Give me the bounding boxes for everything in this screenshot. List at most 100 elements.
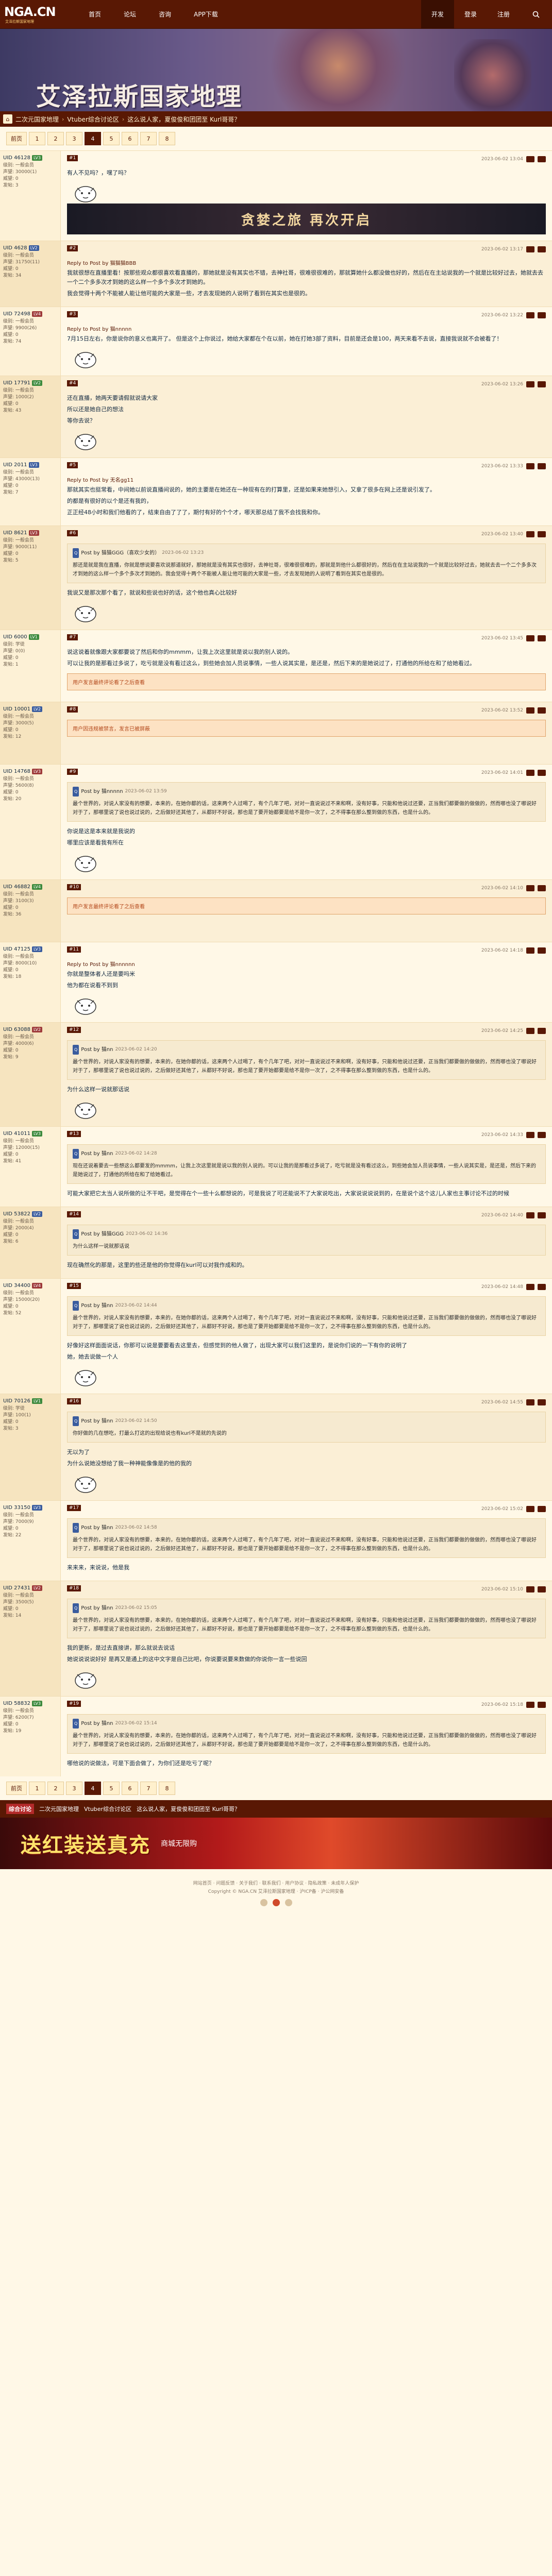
- nav-news[interactable]: 咨询: [147, 0, 182, 29]
- user-id[interactable]: UID 63088: [3, 1027, 30, 1032]
- more-options-button[interactable]: [538, 885, 546, 891]
- user-id[interactable]: UID 6000: [3, 634, 27, 640]
- user-id[interactable]: UID 72498: [3, 311, 30, 317]
- more-options-button[interactable]: [538, 770, 546, 776]
- in-post-ad-banner[interactable]: 贪婪之旅 再次开启: [67, 204, 546, 234]
- user-id[interactable]: UID 46128: [3, 155, 30, 161]
- quote-author[interactable]: Post by 猫nn: [81, 1149, 113, 1158]
- promo-link[interactable]: 这么说人家，夏俊俊和团团至 Kurl哥哥？: [137, 1805, 240, 1813]
- more-options-button[interactable]: [538, 1212, 546, 1218]
- user-id[interactable]: UID 47125: [3, 946, 30, 952]
- more-options-button[interactable]: [538, 1506, 546, 1512]
- more-options-button[interactable]: [538, 1586, 546, 1592]
- user-id[interactable]: UID 34400: [3, 1283, 30, 1289]
- floor-number[interactable]: #16: [67, 1398, 81, 1404]
- quote-author[interactable]: Post by 猫nn: [81, 1045, 113, 1054]
- floor-number[interactable]: #18: [67, 1585, 81, 1591]
- pager-page[interactable]: 8: [159, 1782, 175, 1795]
- pager-page[interactable]: 5: [103, 132, 120, 145]
- nav-search[interactable]: [520, 0, 552, 29]
- user-id[interactable]: UID 46882: [3, 884, 30, 890]
- user-id[interactable]: UID 10001: [3, 706, 30, 712]
- reply-to-link[interactable]: Reply to Post by 猫nnnnnn: [67, 960, 546, 968]
- floor-number[interactable]: #17: [67, 1505, 81, 1511]
- pager-page-current[interactable]: 4: [85, 132, 101, 145]
- breadcrumb-subforum[interactable]: Vtuber综合讨论区: [67, 115, 119, 124]
- more-options-button[interactable]: [538, 246, 546, 252]
- reply-button[interactable]: [526, 1028, 534, 1034]
- floor-number[interactable]: #10: [67, 884, 81, 890]
- reply-button[interactable]: [526, 531, 534, 537]
- quote-author[interactable]: Post by 猫nn: [81, 1719, 113, 1728]
- quote-author[interactable]: Post by 猫nn: [81, 1604, 113, 1613]
- floor-number[interactable]: #9: [67, 769, 78, 775]
- more-options-button[interactable]: [538, 312, 546, 318]
- reply-button[interactable]: [526, 1399, 534, 1405]
- quote-author[interactable]: Post by 猫猫GGG: [81, 1230, 124, 1239]
- pager-page-current[interactable]: 4: [85, 1782, 101, 1795]
- more-options-button[interactable]: [538, 381, 546, 387]
- quote-author[interactable]: Post by 猫nn: [81, 1301, 113, 1310]
- floor-number[interactable]: #5: [67, 462, 78, 468]
- reply-to-link[interactable]: Reply to Post by 无名gg11: [67, 476, 546, 483]
- promo-link[interactable]: 二次元国家地理: [39, 1805, 79, 1813]
- quote-author[interactable]: Post by 猫nnnnn: [81, 787, 123, 796]
- more-options-button[interactable]: [538, 635, 546, 641]
- reply-to-link[interactable]: Reply to Post by 猫nnnnn: [67, 325, 546, 332]
- reply-button[interactable]: [526, 1702, 534, 1708]
- nav-forum[interactable]: 论坛: [112, 0, 147, 29]
- promo-link[interactable]: Vtuber综合讨论区: [84, 1805, 131, 1813]
- pager-page[interactable]: 7: [140, 1782, 157, 1795]
- footer-links[interactable]: 网站首页 · 问题反馈 · 关于我们 · 联系我们 · 用户协议 · 隐私政策 …: [0, 1879, 552, 1888]
- logo[interactable]: NGA.CN 艾泽拉斯国家地理: [0, 0, 77, 29]
- reply-button[interactable]: [526, 246, 534, 252]
- more-options-button[interactable]: [538, 947, 546, 954]
- nav-app[interactable]: APP下载: [182, 0, 229, 29]
- breadcrumb-thread[interactable]: 这么说人家，夏俊俊和团团至 Kurl哥哥？: [127, 115, 240, 124]
- home-icon[interactable]: ⌂: [3, 114, 12, 124]
- user-id[interactable]: UID 8621: [3, 530, 27, 536]
- floor-number[interactable]: #19: [67, 1701, 81, 1707]
- reply-button[interactable]: [526, 1284, 534, 1290]
- user-id[interactable]: UID 58832: [3, 1701, 30, 1706]
- more-options-button[interactable]: [538, 531, 546, 537]
- quote-author[interactable]: Post by 猫nn: [81, 1523, 113, 1532]
- pager-page[interactable]: 2: [47, 132, 64, 145]
- pager-page[interactable]: 1: [29, 132, 45, 145]
- user-id[interactable]: UID 53822: [3, 1211, 30, 1217]
- breadcrumb-forum[interactable]: 二次元国家地理: [15, 115, 59, 124]
- reply-button[interactable]: [526, 312, 534, 318]
- user-id[interactable]: UID 27431: [3, 1585, 30, 1591]
- pager-page[interactable]: 3: [66, 132, 82, 145]
- pager-page[interactable]: 6: [122, 1782, 138, 1795]
- pager-first[interactable]: 前页: [6, 1782, 27, 1795]
- reply-button[interactable]: [526, 1586, 534, 1592]
- reply-button[interactable]: [526, 770, 534, 776]
- user-id[interactable]: UID 4628: [3, 245, 27, 251]
- more-options-button[interactable]: [538, 707, 546, 714]
- reply-button[interactable]: [526, 707, 534, 714]
- quote-author[interactable]: Post by 猫猫GGG（喜欢少女的）: [81, 549, 160, 557]
- reply-button[interactable]: [526, 156, 534, 162]
- floor-number[interactable]: #7: [67, 634, 78, 640]
- user-id[interactable]: UID 14768: [3, 769, 30, 774]
- pager-first[interactable]: 前页: [6, 132, 27, 145]
- nav-register[interactable]: 注册: [487, 0, 520, 29]
- user-id[interactable]: UID 70126: [3, 1398, 30, 1404]
- user-id[interactable]: UID 17791: [3, 380, 30, 386]
- pager-page[interactable]: 2: [47, 1782, 64, 1795]
- floor-number[interactable]: #11: [67, 946, 81, 953]
- floor-number[interactable]: #4: [67, 380, 78, 386]
- pager-page[interactable]: 8: [159, 132, 175, 145]
- floor-number[interactable]: #15: [67, 1283, 81, 1289]
- nav-login[interactable]: 登录: [454, 0, 487, 29]
- reply-button[interactable]: [526, 947, 534, 954]
- more-options-button[interactable]: [538, 1284, 546, 1290]
- reply-button[interactable]: [526, 1212, 534, 1218]
- floor-number[interactable]: #1: [67, 155, 78, 161]
- floor-number[interactable]: #3: [67, 311, 78, 317]
- ad-banner[interactable]: 送红装送真充 商城无限购: [0, 1818, 552, 1869]
- user-id[interactable]: UID 33150: [3, 1505, 30, 1511]
- more-options-button[interactable]: [538, 463, 546, 469]
- quote-author[interactable]: Post by 猫nn: [81, 1417, 113, 1426]
